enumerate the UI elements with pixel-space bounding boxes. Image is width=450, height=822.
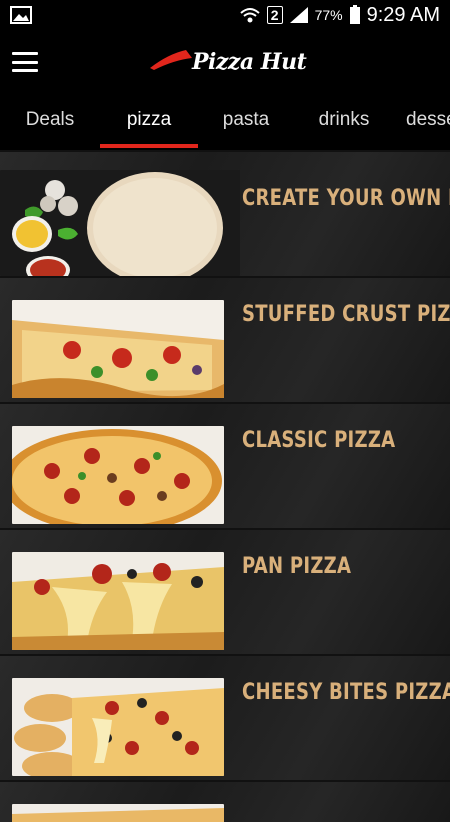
create-your-own-image (0, 170, 240, 276)
sim-badge: 2 (266, 6, 283, 24)
menu-item-label: CLASSIC PIZZA (242, 428, 396, 453)
tab-desserts[interactable]: desse (394, 94, 450, 150)
menu-item-classic[interactable]: CLASSIC PIZZA (0, 402, 450, 528)
partial-pizza-image (12, 804, 224, 822)
hamburger-menu-icon[interactable] (12, 52, 38, 72)
menu-item-pan[interactable]: PAN PIZZA (0, 528, 450, 654)
menu-item-label: STUFFED CRUST PIZZA (242, 302, 450, 327)
menu-item-create-your-own[interactable]: CREATE YOUR OWN PIZ.. (0, 150, 450, 276)
wifi-icon (239, 6, 261, 24)
cheesy-bites-pizza-image (12, 678, 224, 776)
signal-icon (289, 6, 309, 24)
tab-pizza[interactable]: pizza (100, 94, 198, 150)
logo-text: Pizza Hut (192, 49, 307, 75)
menu-item-stuffed-crust[interactable]: STUFFED CRUST PIZZA (0, 276, 450, 402)
image-notification-icon (10, 6, 32, 24)
stuffed-crust-pizza-image (12, 300, 224, 398)
battery-percent: 77% (314, 7, 343, 23)
category-tabs: Deals pizza pasta drinks desse (0, 94, 450, 150)
tab-drinks[interactable]: drinks (294, 94, 394, 150)
menu-list: CREATE YOUR OWN PIZ.. STUFFED CRUST PIZZ… (0, 150, 450, 822)
pan-pizza-image (12, 552, 224, 650)
tab-pasta[interactable]: pasta (198, 94, 294, 150)
menu-item-label: PAN PIZZA (242, 554, 352, 579)
menu-item-cheesy-bites[interactable]: CHEESY BITES PIZZA (0, 654, 450, 780)
app-bar: Pizza Hut (0, 30, 450, 94)
pizza-hut-logo: Pizza Hut (148, 48, 308, 76)
status-bar: 2 77% 9:29 AM (0, 0, 450, 30)
battery-icon (349, 5, 361, 25)
menu-item-label: CREATE YOUR OWN PIZ.. (242, 186, 450, 211)
clock: 9:29 AM (366, 3, 440, 26)
classic-pizza-image (12, 426, 224, 524)
menu-item-label: CHEESY BITES PIZZA (242, 680, 450, 705)
tab-deals[interactable]: Deals (0, 94, 100, 150)
menu-item-partial[interactable] (0, 780, 450, 822)
